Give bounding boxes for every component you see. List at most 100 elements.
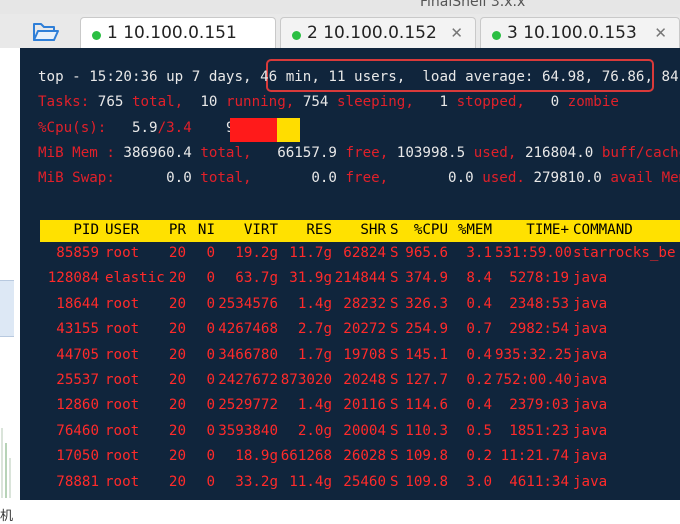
process-row: 18644 root 20 0 2534576 1.4g 28232 S 326.3 0.4 234…	[40, 296, 680, 318]
process-time: 2348:53	[509, 295, 569, 312]
terminal-output[interactable]: top - 15:20:36 up 7 days, 46 min, 11 use…	[20, 48, 680, 500]
col-shr: SHR	[360, 222, 386, 238]
process-shr: 20248	[343, 372, 386, 388]
process-row: 25537 root 20 0 2427672 873020 20248 S 127.7 0.2 7…	[40, 372, 680, 394]
process-user: elastic	[105, 270, 165, 287]
connected-status-icon	[492, 31, 501, 40]
process-cpu: 374.9	[405, 270, 448, 287]
process-cpu: 109.8	[405, 448, 448, 465]
tab-session-2[interactable]: 2 10.100.0.152 ✕	[280, 17, 476, 48]
process-virt: 63.7g	[235, 270, 278, 287]
cpu-line: %Cpu(s): 5.9/3.4 9[	[38, 120, 243, 136]
process-pr: 20	[168, 270, 186, 287]
window-titlebar: FinalShell 3.x.x	[0, 0, 680, 14]
process-time: 1851:23	[509, 422, 569, 439]
process-virt: 2529772	[218, 397, 278, 414]
process-row: 17050 root 20 0 18.9g 661268 26028 S 109.8 0.2 11:…	[40, 448, 680, 470]
process-shr: 62824	[343, 245, 386, 261]
process-time: 5278:19	[509, 270, 569, 287]
process-user: root	[105, 372, 140, 388]
process-mem: 3.1	[466, 245, 492, 261]
process-user: root	[105, 422, 140, 439]
cpu-usage-bar	[230, 118, 300, 142]
process-row: 12860 root 20 0 2529772 1.4g 20116 S 114.6 0.4 237…	[40, 397, 680, 419]
process-time: 4611:34	[509, 473, 569, 490]
process-shr: 19708	[343, 346, 386, 363]
process-mem: 8.4	[466, 270, 492, 287]
process-mem: 0.4	[466, 346, 492, 363]
left-side-panel: 机	[0, 48, 21, 524]
process-pr: 20	[168, 422, 186, 439]
process-ni: 0	[206, 372, 215, 388]
col-pid: PID	[73, 222, 99, 238]
tab-session-1[interactable]: 1 10.100.0.151	[80, 17, 276, 49]
process-virt: 2427672	[218, 372, 278, 388]
process-shr: 20116	[343, 397, 386, 414]
process-virt: 3593840	[218, 422, 278, 439]
process-cmd: java	[573, 295, 608, 312]
col-user: USER	[105, 222, 140, 238]
col-pr: PR	[168, 222, 186, 238]
side-panel-selected-item[interactable]	[0, 280, 14, 337]
col-cpu: %CPU	[413, 222, 448, 238]
process-pr: 20	[168, 372, 186, 388]
process-user: root	[105, 346, 140, 363]
process-shr: 28232	[343, 295, 386, 312]
mem-line: MiB Mem : 386960.4 total, 66157.9 free, …	[38, 145, 680, 161]
process-cmd: java	[573, 270, 608, 287]
process-user: root	[105, 448, 140, 465]
process-table-header: PID USER PR NI VIRT RES SHR S %CPU %MEM …	[40, 220, 680, 242]
process-ni: 0	[206, 295, 215, 312]
process-pid: 78881	[56, 473, 99, 490]
close-tab-icon[interactable]: ✕	[450, 24, 463, 42]
process-res: 1.7g	[297, 346, 332, 363]
process-shr: 26028	[343, 448, 386, 465]
process-s: S	[390, 473, 399, 490]
tab-session-3[interactable]: 3 10.100.0.153 ✕	[480, 17, 680, 48]
process-time: 2982:54	[509, 321, 569, 338]
process-s: S	[390, 346, 399, 363]
process-res: 1.4g	[297, 397, 332, 414]
process-cpu: 965.6	[405, 245, 448, 261]
process-s: S	[390, 422, 399, 439]
process-time: 531:59.00	[495, 245, 572, 261]
process-cpu: 127.7	[405, 372, 448, 388]
process-s: S	[390, 372, 399, 388]
process-virt: 2534576	[218, 295, 278, 312]
process-res: 11.4g	[289, 473, 332, 490]
process-res: 873020	[280, 372, 332, 388]
process-pr: 20	[168, 473, 186, 490]
process-row: 78881 root 20 0 33.2g 11.4g 25460 S 109.8 3.0 4611…	[40, 474, 680, 496]
process-pr: 20	[168, 295, 186, 312]
process-ni: 0	[206, 270, 215, 287]
process-time: 935:32.25	[495, 346, 572, 363]
process-ni: 0	[206, 473, 215, 490]
col-command: COMMAND	[573, 222, 633, 238]
side-panel-mini-chart	[0, 418, 14, 498]
col-state: S	[390, 222, 399, 238]
process-user: root	[105, 397, 140, 414]
window-title: FinalShell 3.x.x	[420, 0, 526, 10]
process-pid: 25537	[56, 372, 99, 388]
folder-icon[interactable]	[22, 18, 62, 44]
process-virt: 3466780	[218, 346, 278, 363]
top-summary-line: top - 15:20:36 up 7 days, 46 min, 11 use…	[38, 69, 680, 85]
process-mem: 0.7	[466, 321, 492, 338]
process-s: S	[390, 245, 399, 261]
process-mem: 3.0	[466, 473, 492, 490]
process-ni: 0	[206, 422, 215, 439]
process-pid: 43155	[56, 321, 99, 338]
close-tab-icon[interactable]: ✕	[654, 24, 667, 42]
process-row: 44705 root 20 0 3466780 1.7g 19708 S 145.1 0.4 935…	[40, 347, 680, 369]
process-s: S	[390, 270, 399, 287]
tab-label: 1 10.100.0.151	[107, 23, 237, 43]
process-time: 752:00.40	[495, 372, 572, 388]
tab-label: 2 10.100.0.152	[307, 23, 437, 43]
tab-label: 3 10.100.0.153	[507, 23, 637, 43]
process-row: 128084 elastic 20 0 63.7g 31.9g 214844 S 374.9 8.…	[40, 270, 680, 292]
process-cpu: 114.6	[405, 397, 448, 414]
process-pid: 44705	[56, 346, 99, 363]
tasks-line: Tasks: 765 total, 10 running, 754 sleepi…	[38, 94, 619, 110]
col-res: RES	[306, 222, 332, 238]
process-user: root	[105, 245, 140, 261]
